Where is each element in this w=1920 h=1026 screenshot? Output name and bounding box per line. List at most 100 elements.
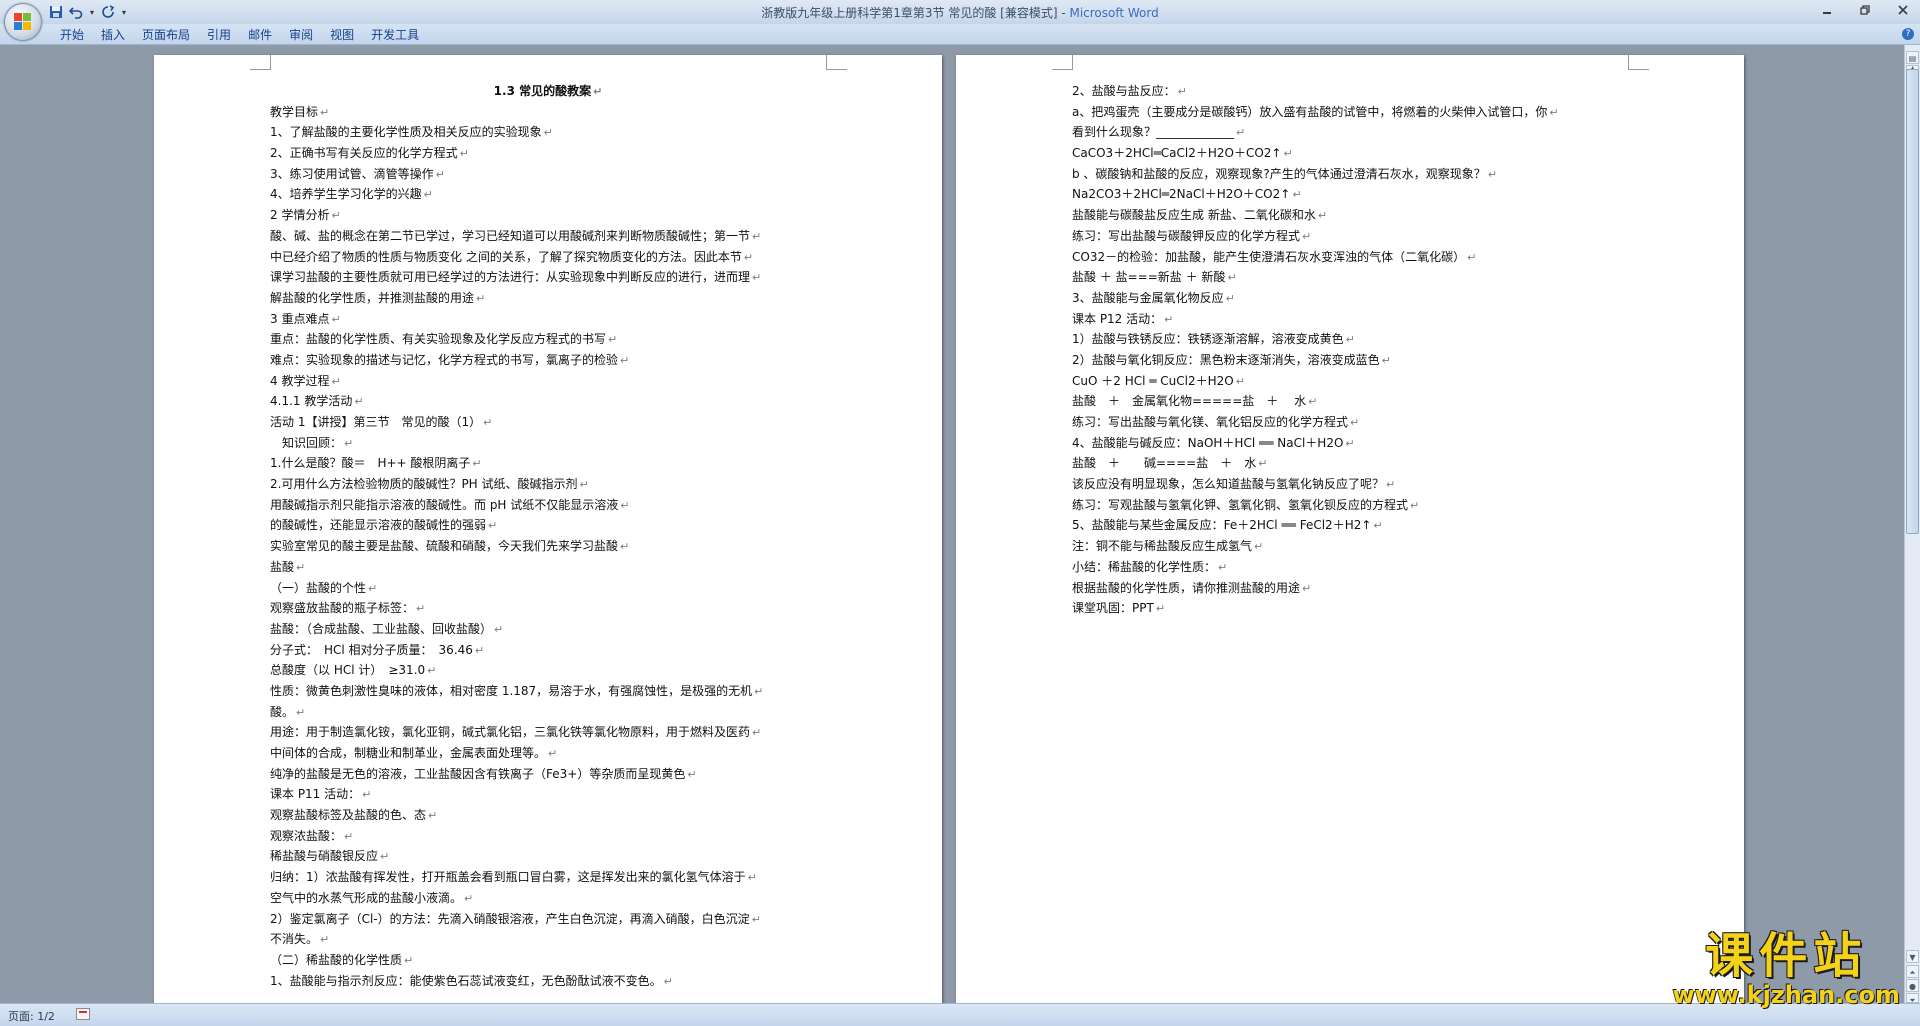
document-line[interactable]: 4、培养学生学习化学的兴趣 ↵ [270,184,826,205]
document-line[interactable]: 2.可用什么方法检验物质的酸碱性？PH 试纸、酸碱指示剂 ↵ [270,474,826,495]
document-line[interactable]: 1）盐酸与铁锈反应：铁锈逐渐溶解，溶液变成黄色 ↵ [1072,329,1644,350]
document-line[interactable]: 用酸碱指示剂只能指示溶液的酸碱性。而 pH 试纸不仅能显示溶液 ↵ [270,495,826,516]
document-line[interactable]: a、把鸡蛋壳（主要成分是碳酸钙）放入盛有盐酸的试管中，将燃着的火柴伸入试管口，你… [1072,102,1644,123]
document-line[interactable]: 练习：写出盐酸与氧化镁、氧化铝反应的化学方程式 ↵ [1072,412,1644,433]
document-line[interactable]: 归纳：1）浓盐酸有挥发性，打开瓶盖会看到瓶口冒白雾，这是挥发出来的氯化氢气体溶于… [270,867,826,888]
document-line[interactable]: 1.什么是酸？酸＝ H++ 酸根阴离子 ↵ [270,453,826,474]
document-line[interactable]: 实验室常见的酸主要是盐酸、硫酸和硝酸，今天我们先来学习盐酸 ↵ [270,536,826,557]
document-line[interactable]: 分子式： HCl 相对分子质量： 36.46 ↵ [270,640,826,661]
tab-page-layout[interactable]: 页面布局 [142,26,207,43]
document-line[interactable]: Na2CO3＋2HCl═2NaCl＋H2O＋CO2↑ ↵ [1072,184,1644,205]
document-line[interactable]: 盐酸 ↵ [270,557,826,578]
document-line[interactable]: 空气中的水蒸气形成的盐酸小液滴。 ↵ [270,888,826,909]
document-line[interactable]: 2、正确书写有关反应的化学方程式 ↵ [270,143,826,164]
scrollbar-thumb[interactable] [1906,69,1919,534]
document-line[interactable]: 盐酸 ＋ 金属氧化物=====盐 ＋ 水 ↵ [1072,391,1644,412]
restore-icon[interactable] [1854,2,1876,20]
tab-developer[interactable]: 开发工具 [371,26,436,43]
page-count-status[interactable]: 页面: 1/2 [8,1008,55,1024]
document-line[interactable]: 观察盐酸标签及盐酸的色、态 ↵ [270,805,826,826]
document-line[interactable]: 盐酸 ＋ 碱====盐 ＋ 水 ↵ [1072,453,1644,474]
document-line[interactable]: 难点：实验现象的描述与记忆，化学方程式的书写，氯离子的检验 ↵ [270,350,826,371]
tab-home[interactable]: 开始 [60,26,101,43]
document-line[interactable]: 观察盛放盐酸的瓶子标签： ↵ [270,598,826,619]
document-page-1[interactable]: 1.3 常见的酸教案 ↵ 教学目标 ↵ 1、了解盐酸的主要化学性质及相关反应的实验现象 ↵… [154,55,942,1003]
help-icon[interactable]: ? [1902,28,1914,40]
page-2-text[interactable]: 2、盐酸与盐反应： ↵ a、把鸡蛋壳（主要成分是碳酸钙）放入盛有盐酸的试管中，将燃着… [1072,81,1644,619]
document-line[interactable]: 3、练习使用试管、滴管等操作 ↵ [270,164,826,185]
tab-mailings[interactable]: 邮件 [248,26,289,43]
document-line[interactable]: 中间体的合成，制糖业和制革业，金属表面处理等。 ↵ [270,743,826,764]
ruler-toggle-icon[interactable]: ▤ [1906,51,1919,64]
document-line[interactable]: b 、碳酸钠和盐酸的反应，观察现象?产生的气体通过澄清石灰水，观察现象？ ↵ [1072,164,1644,185]
document-line[interactable]: CaCO3＋2HCl═CaCl2＋H2O＋CO2↑ ↵ [1072,143,1644,164]
scroll-down-icon[interactable]: ▼ [1906,950,1919,963]
document-line[interactable]: 课学习盐酸的主要性质就可用已经学过的方法进行：从实验现象中判断反应的进行，进而理… [270,267,826,288]
document-line[interactable]: 1.3 常见的酸教案 ↵ [270,81,826,102]
document-line[interactable]: CuO ＋2 HCl ═ CuCl2＋H2O ↵ [1072,371,1644,392]
document-line[interactable]: 课堂巩固：PPT ↵ [1072,598,1644,619]
tab-insert[interactable]: 插入 [101,26,142,43]
document-line[interactable]: 教学目标 ↵ [270,102,826,123]
document-line[interactable]: 酸、碱、盐的概念在第二节已学过，学习已经知道可以用酸碱剂来判断物质酸碱性；第一节… [270,226,826,247]
document-line[interactable]: 3、盐酸能与金属氧化物反应 ↵ [1072,288,1644,309]
document-line[interactable]: 盐酸：（合成盐酸、工业盐酸、回收盐酸） ↵ [270,619,826,640]
paragraph-mark-icon: ↵ [344,436,354,450]
page-1-text[interactable]: 1.3 常见的酸教案 ↵ 教学目标 ↵ 1、了解盐酸的主要化学性质及相关反应的实验现象 ↵… [270,81,826,991]
document-page-2[interactable]: 2、盐酸与盐反应： ↵ a、把鸡蛋壳（主要成分是碳酸钙）放入盛有盐酸的试管中，将燃着… [956,55,1744,1003]
document-line[interactable]: 重点：盐酸的化学性质、有关实验现象及化学反应方程式的书写 ↵ [270,329,826,350]
document-line[interactable]: CO32－的检验：加盐酸，能产生使澄清石灰水变浑浊的气体（二氧化碳） ↵ [1072,247,1644,268]
document-line[interactable]: 3 重点难点 ↵ [270,309,826,330]
document-line[interactable]: 4 教学过程 ↵ [270,371,826,392]
document-line[interactable]: 知识回顾： ↵ [270,433,826,454]
document-line[interactable]: 2、盐酸与盐反应： ↵ [1072,81,1644,102]
document-line[interactable]: 活动 1【讲授】第三节 常见的酸（1） ↵ [270,412,826,433]
document-line[interactable]: 解盐酸的化学性质，并推测盐酸的用途 ↵ [270,288,826,309]
document-line[interactable]: 总酸度（以 HCl 计） ≥31.0 ↵ [270,660,826,681]
document-line[interactable]: 的酸碱性，还能显示溶液的酸碱性的强弱 ↵ [270,515,826,536]
line-text: CO32－的检验：加盐酸，能产生使澄清石灰水变浑浊的气体（二氧化碳） [1072,249,1466,264]
tab-references[interactable]: 引用 [207,26,248,43]
document-line[interactable]: 盐酸 ＋ 盐===新盐 ＋ 新酸 ↵ [1072,267,1644,288]
tab-review[interactable]: 审阅 [289,26,330,43]
document-line[interactable]: 根据盐酸的化学性质，请你推测盐酸的用途 ↵ [1072,578,1644,599]
document-line[interactable]: 酸。 ↵ [270,702,826,723]
document-line[interactable]: （一）盐酸的个性 ↵ [270,578,826,599]
document-line[interactable]: 盐酸能与碳酸盐反应生成 新盐、二氧化碳和水 ↵ [1072,205,1644,226]
line-text: 5、盐酸能与某些金属反应：Fe＋2HCl ══ FeCl2＋H2↑ [1072,518,1372,533]
document-line[interactable]: 看到什么现象？_____________ ↵ [1072,122,1644,143]
document-line[interactable]: 注：铜不能与稀盐酸反应生成氢气 ↵ [1072,536,1644,557]
document-line[interactable]: 5、盐酸能与某些金属反应：Fe＋2HCl ══ FeCl2＋H2↑ ↵ [1072,515,1644,536]
document-line[interactable]: 练习：写出盐酸与碳酸钾反应的化学方程式 ↵ [1072,226,1644,247]
document-line[interactable]: 练习：写观盐酸与氢氧化钾、氢氧化铜、氢氧化钡反应的方程式 ↵ [1072,495,1644,516]
tab-view[interactable]: 视图 [330,26,371,43]
previous-page-icon[interactable]: ⏶ [1906,965,1919,978]
next-page-icon[interactable]: ⏷ [1906,993,1919,1005]
document-line[interactable]: 1、盐酸能与指示剂反应：能使紫色石蕊试液变红，无色酚酞试液不变色。 ↵ [270,971,826,992]
document-line[interactable]: 该反应没有明显现象，怎么知道盐酸与氢氧化钠反应了呢？ ↵ [1072,474,1644,495]
document-line[interactable]: 1、了解盐酸的主要化学性质及相关反应的实验现象 ↵ [270,122,826,143]
document-line[interactable]: 稀盐酸与硝酸银反应 ↵ [270,846,826,867]
document-line[interactable]: 4、盐酸能与碱反应：NaOH＋HCl ══ NaCl＋H2O ↵ [1072,433,1644,454]
watermark-url: www.kjzhan.com [1672,981,1900,1009]
document-line[interactable]: 不消失。 ↵ [270,929,826,950]
document-line[interactable]: 2 学情分析 ↵ [270,205,826,226]
document-line[interactable]: （二）稀盐酸的化学性质 ↵ [270,950,826,971]
document-line[interactable]: 纯净的盐酸是无色的溶液，工业盐酸因含有铁离子（Fe3+）等杂质而呈现黄色 ↵ [270,764,826,785]
document-line[interactable]: 小结：稀盐酸的化学性质： ↵ [1072,557,1644,578]
close-icon[interactable] [1892,2,1914,20]
proofing-icon[interactable] [76,1008,90,1020]
office-button[interactable] [4,3,42,41]
document-line[interactable]: 2）盐酸与氧化铜反应：黑色粉末逐渐消失，溶液变成蓝色 ↵ [1072,350,1644,371]
document-line[interactable]: 课本 P11 活动： ↵ [270,784,826,805]
document-line[interactable]: 观察浓盐酸： ↵ [270,826,826,847]
select-browse-object-icon[interactable]: ● [1906,979,1919,992]
document-line[interactable]: 课本 P12 活动： ↵ [1072,309,1644,330]
document-line[interactable]: 中已经介绍了物质的性质与物质变化 之间的关系，了解了探究物质变化的方法。因此本节… [270,247,826,268]
document-line[interactable]: 2）鉴定氯离子（Cl-）的方法：先滴入硝酸银溶液，产生白色沉淀，再滴入硝酸，白色… [270,909,826,930]
vertical-scrollbar[interactable]: ▤ ▲ ▼ ⏶ ● ⏷ [1904,45,1920,1005]
document-line[interactable]: 用途：用于制造氯化铵，氯化亚铜，碱式氯化铝，三氯化铁等氯化物原料，用于燃料及医药… [270,722,826,743]
document-line[interactable]: 4.1.1 教学活动 ↵ [270,391,826,412]
minimize-icon[interactable] [1816,2,1838,20]
document-line[interactable]: 性质：微黄色刺激性臭味的液体，相对密度 1.187，易溶于水，有强腐蚀性，是极强… [270,681,826,702]
